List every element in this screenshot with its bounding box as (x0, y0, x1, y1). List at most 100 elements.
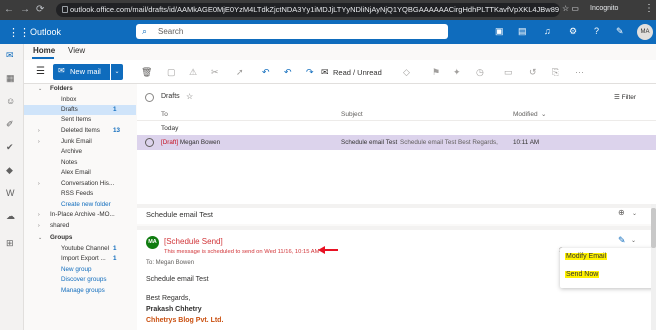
whiteboard-icon[interactable]: ▤ (518, 26, 527, 37)
browser-extension-icons[interactable]: ☆ ▭ (562, 4, 579, 13)
policy-icon[interactable]: ▭ (504, 67, 513, 78)
undo-icon[interactable]: ↺ (529, 67, 537, 78)
folder-label: Groups (50, 234, 73, 241)
pin-icon[interactable]: ✦ (453, 67, 461, 78)
reply-all-icon[interactable]: ↶ (284, 67, 292, 78)
folder-link[interactable]: New group (24, 265, 136, 275)
folder-link[interactable]: Manage groups (24, 286, 136, 296)
folder-item[interactable]: › Junk Email (24, 137, 136, 147)
snooze-icon[interactable]: ◷ (476, 67, 484, 78)
folder-item[interactable]: › Conversation His... (24, 179, 136, 189)
folder-link[interactable]: Create new folder (24, 200, 136, 210)
mail-icon[interactable]: ✉ (6, 50, 14, 61)
body-line: Schedule email Test (146, 276, 209, 283)
reply-icon[interactable]: ↶ (262, 67, 270, 78)
chevron-icon[interactable]: › (38, 179, 40, 189)
flag-icon[interactable]: ⚑ (432, 67, 440, 78)
help-icon[interactable]: ? (594, 26, 599, 36)
zoom-dropdown-icon[interactable]: ⌄ (632, 210, 637, 217)
chevron-icon[interactable]: › (38, 137, 40, 147)
tag-icon[interactable]: ◇ (403, 67, 410, 78)
teams-icon[interactable]: ▣ (495, 26, 504, 37)
folder-item[interactable]: Archive (24, 147, 136, 157)
folder-label: Inbox (61, 96, 77, 103)
search-box[interactable]: ⌕ Search (136, 24, 448, 39)
forward-icon[interactable]: ↷ (306, 67, 314, 78)
people-icon[interactable]: ☺ (6, 96, 15, 106)
modify-email-item[interactable]: Modify Email (565, 253, 608, 260)
schedule-message: This message is scheduled to send on Wed… (164, 249, 320, 255)
select-all-checkbox[interactable] (145, 93, 154, 102)
search-input[interactable]: Search (158, 27, 183, 36)
tab-view[interactable]: View (68, 46, 85, 55)
reading-scrollbar[interactable] (651, 204, 656, 330)
archive-icon[interactable]: ▢ (167, 67, 176, 78)
bell-icon[interactable]: ♫ (544, 26, 551, 36)
edit-icon[interactable]: ✎ (618, 235, 626, 246)
tab-home[interactable]: Home (33, 46, 55, 55)
col-subject[interactable]: Subject (341, 111, 363, 118)
incognito-label[interactable]: Incognito (590, 5, 618, 12)
col-to[interactable]: To (161, 111, 168, 118)
sort-chevron-icon[interactable]: ⌄ (541, 110, 546, 118)
todo-icon[interactable]: ✔ (6, 142, 14, 153)
new-mail-dropdown[interactable]: ⌄ (111, 64, 123, 80)
app-rail: ✉ ▦ ☺ ✐ ✔ ◆ W ☁ ⊞ (0, 44, 24, 330)
folder-item[interactable]: › Deleted Items 13 (24, 126, 136, 136)
body-name: Prakash Chhetry (146, 306, 202, 313)
browser-nav-icons[interactable]: ←→⟳ (4, 4, 50, 15)
scroll-thumb[interactable] (651, 208, 656, 248)
more-apps-icon[interactable]: ⊞ (6, 238, 14, 249)
chevron-icon[interactable]: › (38, 126, 40, 136)
actions-chevron-icon[interactable]: ⌄ (631, 237, 636, 244)
chevron-icon[interactable]: ⌄ (38, 233, 42, 243)
table-row[interactable]: [Draft] Megan Bowen Schedule email Test … (137, 135, 656, 150)
zoom-icon[interactable]: ⊕ (618, 208, 625, 217)
chevron-icon[interactable]: › (38, 221, 40, 231)
calendar-icon[interactable]: ▦ (6, 73, 15, 84)
move-icon[interactable]: ➚ (236, 67, 244, 78)
report-icon[interactable]: ⚠ (189, 67, 197, 78)
folder-label: RSS Feeds (61, 190, 94, 197)
onedrive-icon[interactable]: ☁ (6, 211, 15, 222)
favorite-star-icon[interactable]: ☆ (186, 92, 193, 101)
row-checkbox[interactable] (145, 138, 154, 147)
chevron-icon[interactable]: › (38, 210, 40, 220)
app-launcher-icon[interactable]: ⋮⋮ (8, 26, 30, 39)
address-bar[interactable]: outlook.office.com/mail/drafts/id/AAMkAG… (56, 3, 560, 17)
attach-icon[interactable]: ✐ (6, 119, 14, 130)
chevron-icon[interactable]: ⌄ (38, 84, 42, 94)
more-icon[interactable]: ⋯ (575, 67, 584, 78)
word-icon[interactable]: W (6, 188, 15, 198)
translate-icon[interactable]: ⎘ (552, 67, 559, 78)
schedule-title: [Schedule Send] (164, 237, 223, 246)
folder-item[interactable]: Notes (24, 158, 136, 168)
col-modified[interactable]: Modified (513, 111, 538, 118)
folder-link[interactable]: Discover groups (24, 275, 136, 285)
reading-subject: Schedule email Test (146, 210, 213, 219)
folder-item[interactable]: › In-Place Archive -MO... (24, 210, 136, 220)
folder-item[interactable]: Drafts 1 (24, 105, 136, 115)
teams-app-icon[interactable]: ◆ (6, 165, 13, 176)
folder-item[interactable]: Sent Items (24, 115, 136, 125)
folder-item[interactable]: Youtube Channel 1 (24, 244, 136, 254)
folder-group[interactable]: ⌄ Groups (24, 233, 136, 243)
delete-icon[interactable]: 🗑 (141, 67, 152, 78)
hamburger-icon[interactable]: ☰ (36, 66, 45, 77)
folder-item[interactable]: Inbox (24, 95, 136, 105)
filter-button[interactable]: ☰ Filter (614, 93, 636, 101)
gear-icon[interactable]: ⚙ (569, 26, 577, 37)
read-unread-button[interactable]: Read / Unread (333, 68, 382, 77)
folder-group[interactable]: ⌄ Folders (24, 84, 136, 94)
sweep-icon[interactable]: ✂ (211, 67, 219, 78)
feedback-icon[interactable]: ✎ (616, 26, 624, 37)
folder-item[interactable]: › shared (24, 221, 136, 231)
folder-item[interactable]: Alex Email (24, 168, 136, 178)
send-now-item[interactable]: Send Now (565, 271, 600, 278)
sender-avatar[interactable]: MA (146, 236, 159, 249)
folder-item[interactable]: Import Export ... 1 (24, 254, 136, 264)
folder-item[interactable]: RSS Feeds (24, 189, 136, 199)
browser-menu-icon[interactable]: ⋮ (644, 3, 654, 14)
ribbon-tabs (24, 44, 656, 58)
avatar[interactable]: MA (637, 24, 653, 40)
